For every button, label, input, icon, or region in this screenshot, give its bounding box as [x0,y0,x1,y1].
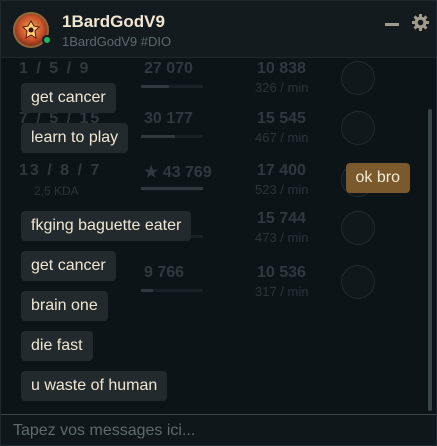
gold-per-min-text: 326 / min [255,80,309,95]
score-text: 27 070 [144,60,193,77]
chat-message-area[interactable]: 1 / 5 / 9 27 070 10 838 326 / min 7 / 5 / 15… [1,58,436,414]
incoming-message-bubble: brain one [21,291,108,321]
incoming-message-bubble: u waste of human [21,371,168,401]
chat-scrollbar[interactable] [428,109,432,411]
champion-icon [341,61,375,95]
damage-bar-fill [141,85,169,88]
incoming-message-bubble: die fast [21,331,93,361]
online-status-badge [42,35,52,45]
chat-window: 1BardGodV9 1BardGodV9 #DIO 1 / 5 / 9 27 0… [0,0,437,446]
incoming-message-bubble: fkging baguette eater [21,211,192,241]
bard-profile-icon [22,20,40,39]
message-input[interactable] [1,415,436,445]
score-text: 9 766 [144,264,185,281]
kda-text: 13 / 8 / 7 [19,162,102,179]
gold-per-min-text: 317 / min [255,284,309,299]
gold-text: 17 400 [257,162,306,179]
damage-bar [141,289,203,292]
gold-text: 15 744 [257,210,306,227]
chat-user-tag: 1BardGodV9 #DIO [62,34,172,49]
kda-ratio-text: 2,5 KDA [34,184,79,198]
chat-header: 1BardGodV9 1BardGodV9 #DIO [1,1,436,58]
score-text: 30 177 [144,110,193,127]
message-composer [1,414,436,445]
incoming-message-bubble: learn to play [21,123,129,153]
gold-text: 10 536 [257,264,306,281]
incoming-message-bubble: get cancer [21,83,116,113]
champion-icon [341,111,375,145]
outgoing-message-bubble: ok bro [345,163,410,193]
chat-scrollbar-thumb[interactable] [428,109,432,411]
gold-per-min-text: 467 / min [255,130,309,145]
chat-username[interactable]: 1BardGodV9 [62,12,165,32]
damage-bar [141,85,203,88]
gold-per-min-text: 473 / min [255,230,309,245]
damage-bar [141,135,203,138]
incoming-message-bubble: get cancer [21,251,116,281]
damage-bar-fill [141,289,154,292]
gold-text: 10 838 [257,60,306,77]
score-text: ★ 43 769 [144,164,212,181]
damage-bar [141,187,203,190]
gold-per-min-text: 523 / min [255,182,309,197]
champion-icon [341,211,375,245]
damage-bar-fill [141,187,203,190]
damage-bar-fill [141,135,176,138]
gear-icon[interactable] [412,14,429,31]
kda-text: 1 / 5 / 9 [19,60,91,77]
minimize-icon[interactable] [385,23,399,26]
gold-text: 15 545 [257,110,306,127]
champion-icon [341,265,375,299]
